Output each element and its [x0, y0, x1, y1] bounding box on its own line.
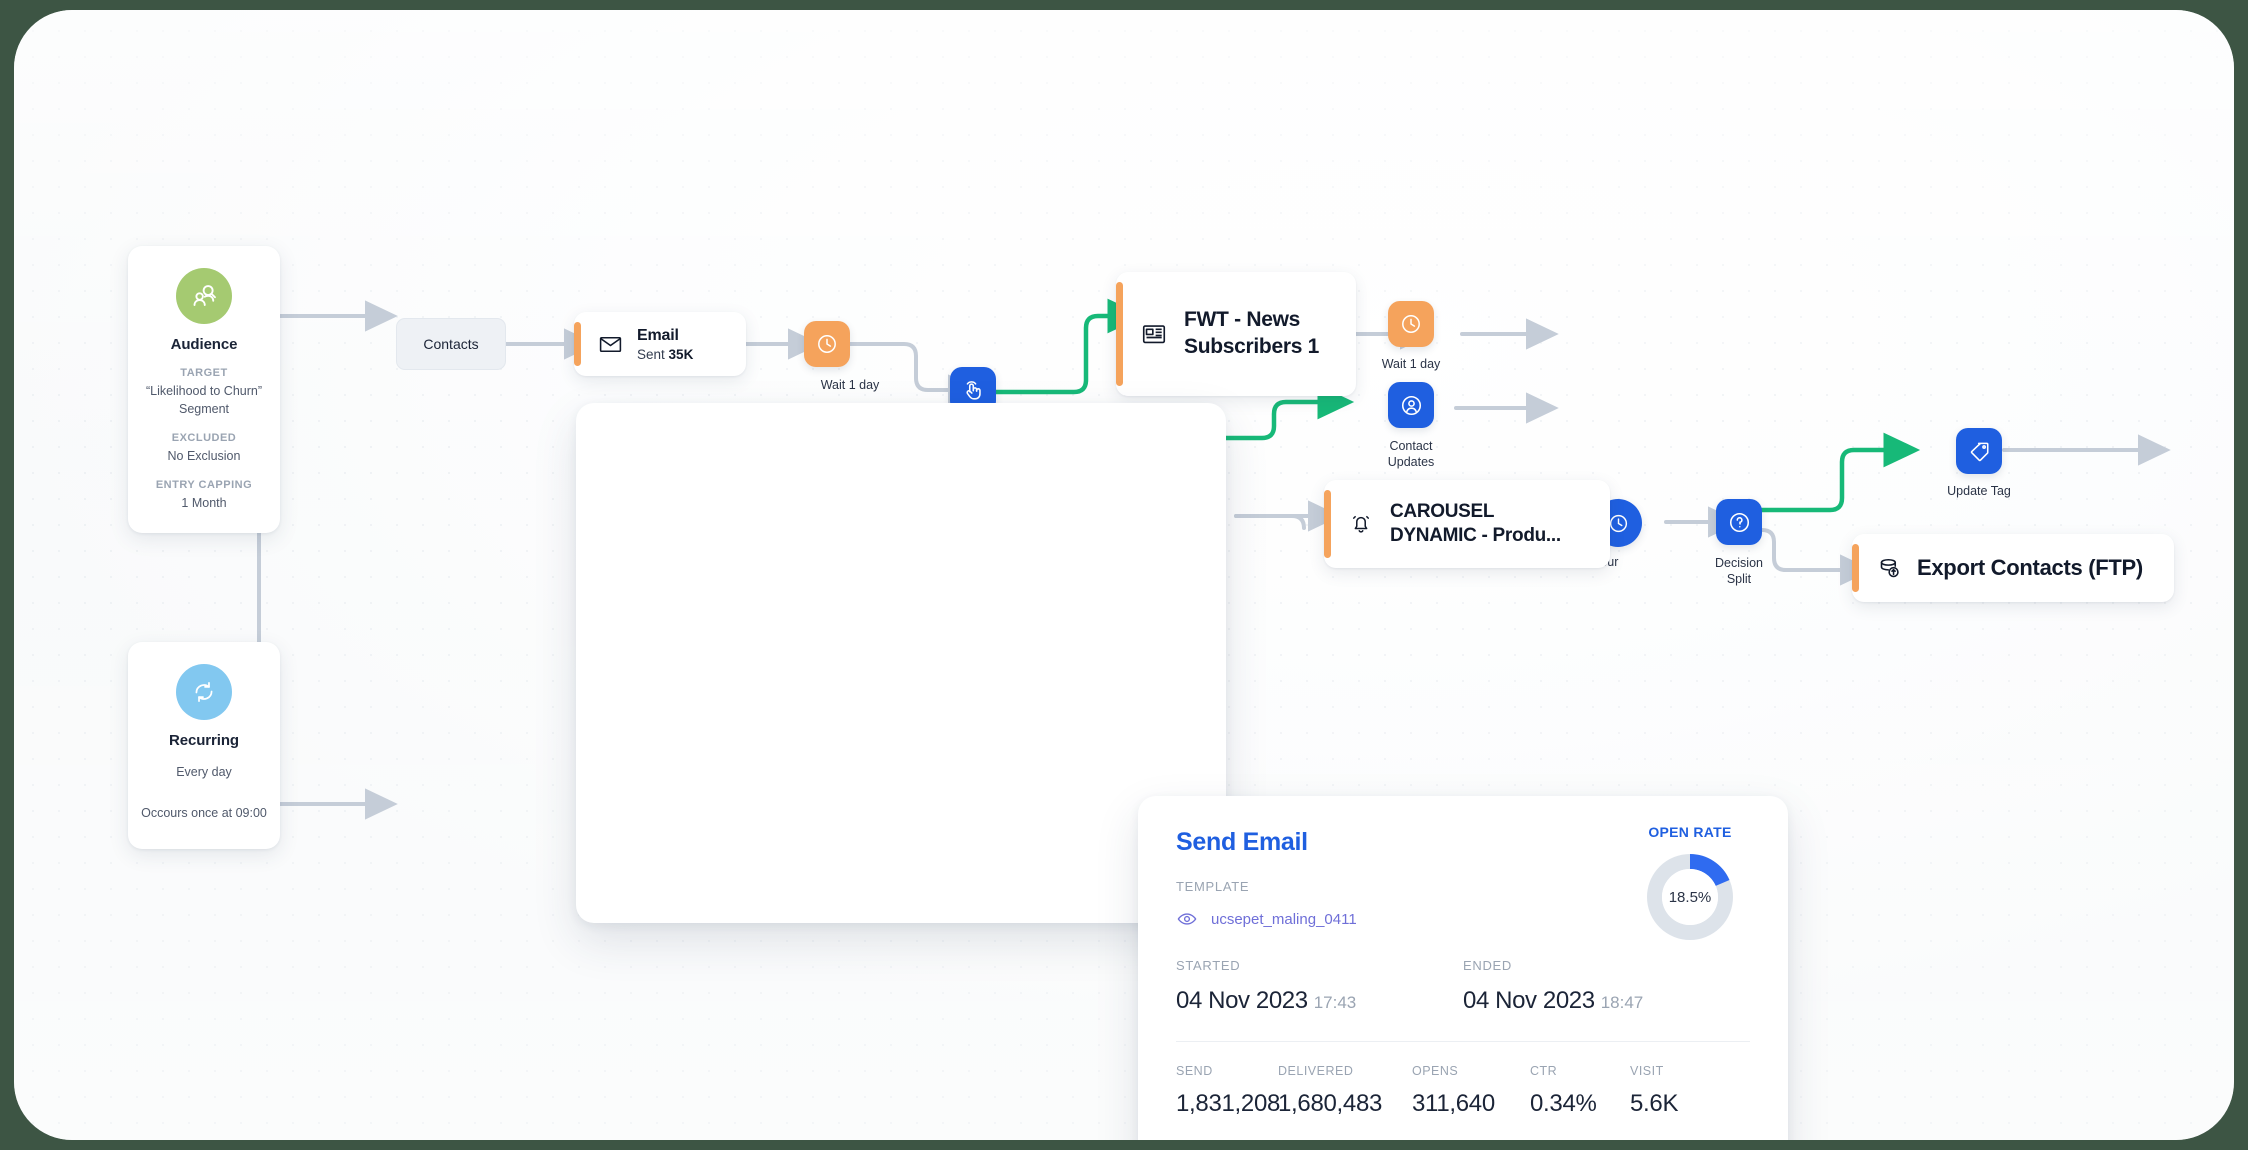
audience-search-icon: [176, 268, 232, 324]
metric-delivered-value: 1,680,483: [1278, 1090, 1383, 1117]
send-email-detail-popup[interactable]: Send Email TEMPLATE ucsepet_maling_0411 …: [1138, 796, 1788, 1140]
contact-updates-label-line2: Updates: [1387, 455, 1435, 470]
audience-card[interactable]: Audience TARGET “Likelihood to Churn” Se…: [128, 246, 280, 533]
template-name[interactable]: ucsepet_maling_0411: [1211, 911, 1357, 928]
update-tag-node-label: Update Tag: [1947, 484, 2011, 498]
metric-opens-value: 311,640: [1412, 1090, 1495, 1117]
export-contacts-node-stripe: [1852, 544, 1859, 592]
audience-title: Audience: [170, 336, 238, 353]
metric-send-value: 1,831,208: [1176, 1090, 1281, 1117]
email-node-stripe: [574, 322, 581, 366]
news-subscribers-node-stripe: [1116, 282, 1123, 386]
wait-1-day-node-b[interactable]: [1388, 301, 1434, 347]
carousel-dynamic-node-stripe: [1324, 490, 1331, 558]
recurring-title: Recurring: [169, 732, 239, 749]
metric-opens-label: OPENS: [1412, 1064, 1459, 1078]
tag-icon: [1970, 442, 1989, 461]
metric-delivered: DELIVERED 1,680,483: [1278, 1064, 1412, 1118]
bell-icon: [1348, 511, 1374, 537]
metric-ctr-label: CTR: [1530, 1064, 1558, 1078]
metric-visit-value: 5.6K: [1630, 1090, 1679, 1117]
metric-visit: VISIT 5.6K: [1630, 1064, 1678, 1118]
popup-metrics-row: SEND 1,831,208 DELIVERED 1,680,483 OPENS…: [1176, 1064, 1750, 1118]
database-upload-icon: [1876, 555, 1903, 582]
export-contacts-title: Export Contacts (FTP): [1917, 555, 2143, 580]
app-frame: Audience TARGET “Likelihood to Churn” Se…: [14, 10, 2234, 1140]
news-subscribers-node[interactable]: FWT - News Subscribers 1: [1116, 272, 1356, 396]
carousel-title-line2: DYNAMIC - Produ...: [1390, 525, 1561, 546]
export-contacts-node[interactable]: Export Contacts (FTP): [1852, 534, 2174, 602]
decision-split-node-label: Decision Split: [1679, 555, 1799, 588]
contact-updates-node-label: Contact Updates: [1351, 438, 1471, 471]
open-rate-value: 18.5%: [1662, 869, 1718, 925]
recurring-refresh-icon: [176, 664, 232, 720]
ended-column: ENDED 04 Nov 2023 18:47: [1463, 958, 1750, 1015]
metric-ctr-value: 0.34%: [1530, 1090, 1597, 1117]
clock-icon: [1402, 315, 1420, 333]
clock-icon: [818, 335, 836, 353]
wait-1-day-node-a[interactable]: [804, 321, 850, 367]
metric-visit-label: VISIT: [1630, 1064, 1664, 1078]
metric-send-label: SEND: [1176, 1064, 1213, 1078]
started-column: STARTED 04 Nov 2023 17:43: [1176, 958, 1463, 1015]
open-rate-label: OPEN RATE: [1648, 824, 1732, 840]
news-subscribers-title-line2: Subscribers 1: [1184, 335, 1319, 358]
popup-layer: Send Email TEMPLATE ucsepet_maling_0411 …: [576, 403, 1788, 1140]
user-circle-icon: [1401, 395, 1421, 415]
started-time: 17:43: [1313, 993, 1357, 1012]
ended-label: ENDED: [1463, 958, 1513, 973]
wait-1-day-node-b-label: Wait 1 day: [1381, 357, 1441, 371]
email-node-title: Email: [637, 326, 679, 344]
audience-entrycapping-label: ENTRY CAPPING: [155, 479, 253, 492]
carousel-dynamic-node[interactable]: CAROUSEL DYNAMIC - Produ...: [1324, 480, 1610, 568]
started-date: 04 Nov 2023: [1176, 987, 1308, 1014]
contacts-node-label: Contacts: [423, 336, 479, 352]
carousel-title-line1: CAROUSEL: [1390, 500, 1495, 522]
news-subscribers-title-line1: FWT - News: [1184, 308, 1300, 332]
popup-divider: [1176, 1041, 1750, 1042]
ended-time: 18:47: [1600, 993, 1644, 1012]
metric-send: SEND 1,831,208: [1176, 1064, 1281, 1118]
audience-target-value: “Likelihood to Churn” Segment: [145, 384, 263, 417]
audience-excluded-label: EXCLUDED: [171, 432, 237, 445]
recurring-frequency: Every day: [176, 765, 232, 779]
envelope-icon: [598, 332, 623, 357]
audience-excluded-value: No Exclusion: [167, 449, 241, 464]
wait-1-day-node-a-label: Wait 1 day: [820, 378, 880, 392]
audience-target-label: TARGET: [180, 367, 228, 379]
audience-entrycapping-value: 1 Month: [181, 496, 227, 511]
click-tap-icon: [965, 380, 981, 400]
email-node-sent-value: 35K: [668, 346, 694, 362]
popup-dates-row: STARTED 04 Nov 2023 17:43 ENDED 04 Nov 20…: [1176, 958, 1750, 1015]
email-node-sent-label: Sent: [637, 346, 665, 362]
open-rate-widget: OPEN RATE 18.5%: [1630, 824, 1750, 940]
started-label: STARTED: [1176, 958, 1241, 973]
recurring-time: Occours once at 09:00: [141, 805, 267, 820]
decision-split-label-line1: Decision: [1715, 556, 1763, 570]
open-rate-donut-chart: 18.5%: [1647, 854, 1733, 940]
question-circle-icon: [1729, 512, 1749, 532]
contact-updates-node[interactable]: [1388, 382, 1434, 428]
metric-delivered-label: DELIVERED: [1278, 1064, 1354, 1078]
recurring-card[interactable]: Recurring Every day Occours once at 09:0…: [128, 642, 280, 849]
decision-split-node[interactable]: [1716, 499, 1762, 545]
eye-icon[interactable]: [1176, 908, 1198, 930]
contacts-node[interactable]: Contacts: [396, 318, 506, 370]
update-tag-node[interactable]: [1956, 428, 2002, 474]
metric-ctr: CTR 0.34%: [1530, 1064, 1630, 1118]
metric-opens: OPENS 311,640: [1412, 1064, 1530, 1118]
newspaper-icon: [1140, 320, 1168, 348]
decision-split-label-line2: Split: [1726, 572, 1752, 587]
email-node[interactable]: Email Sent 35K: [574, 312, 746, 376]
ended-date: 04 Nov 2023: [1463, 987, 1595, 1014]
contact-updates-label-line1: Contact: [1389, 439, 1433, 453]
